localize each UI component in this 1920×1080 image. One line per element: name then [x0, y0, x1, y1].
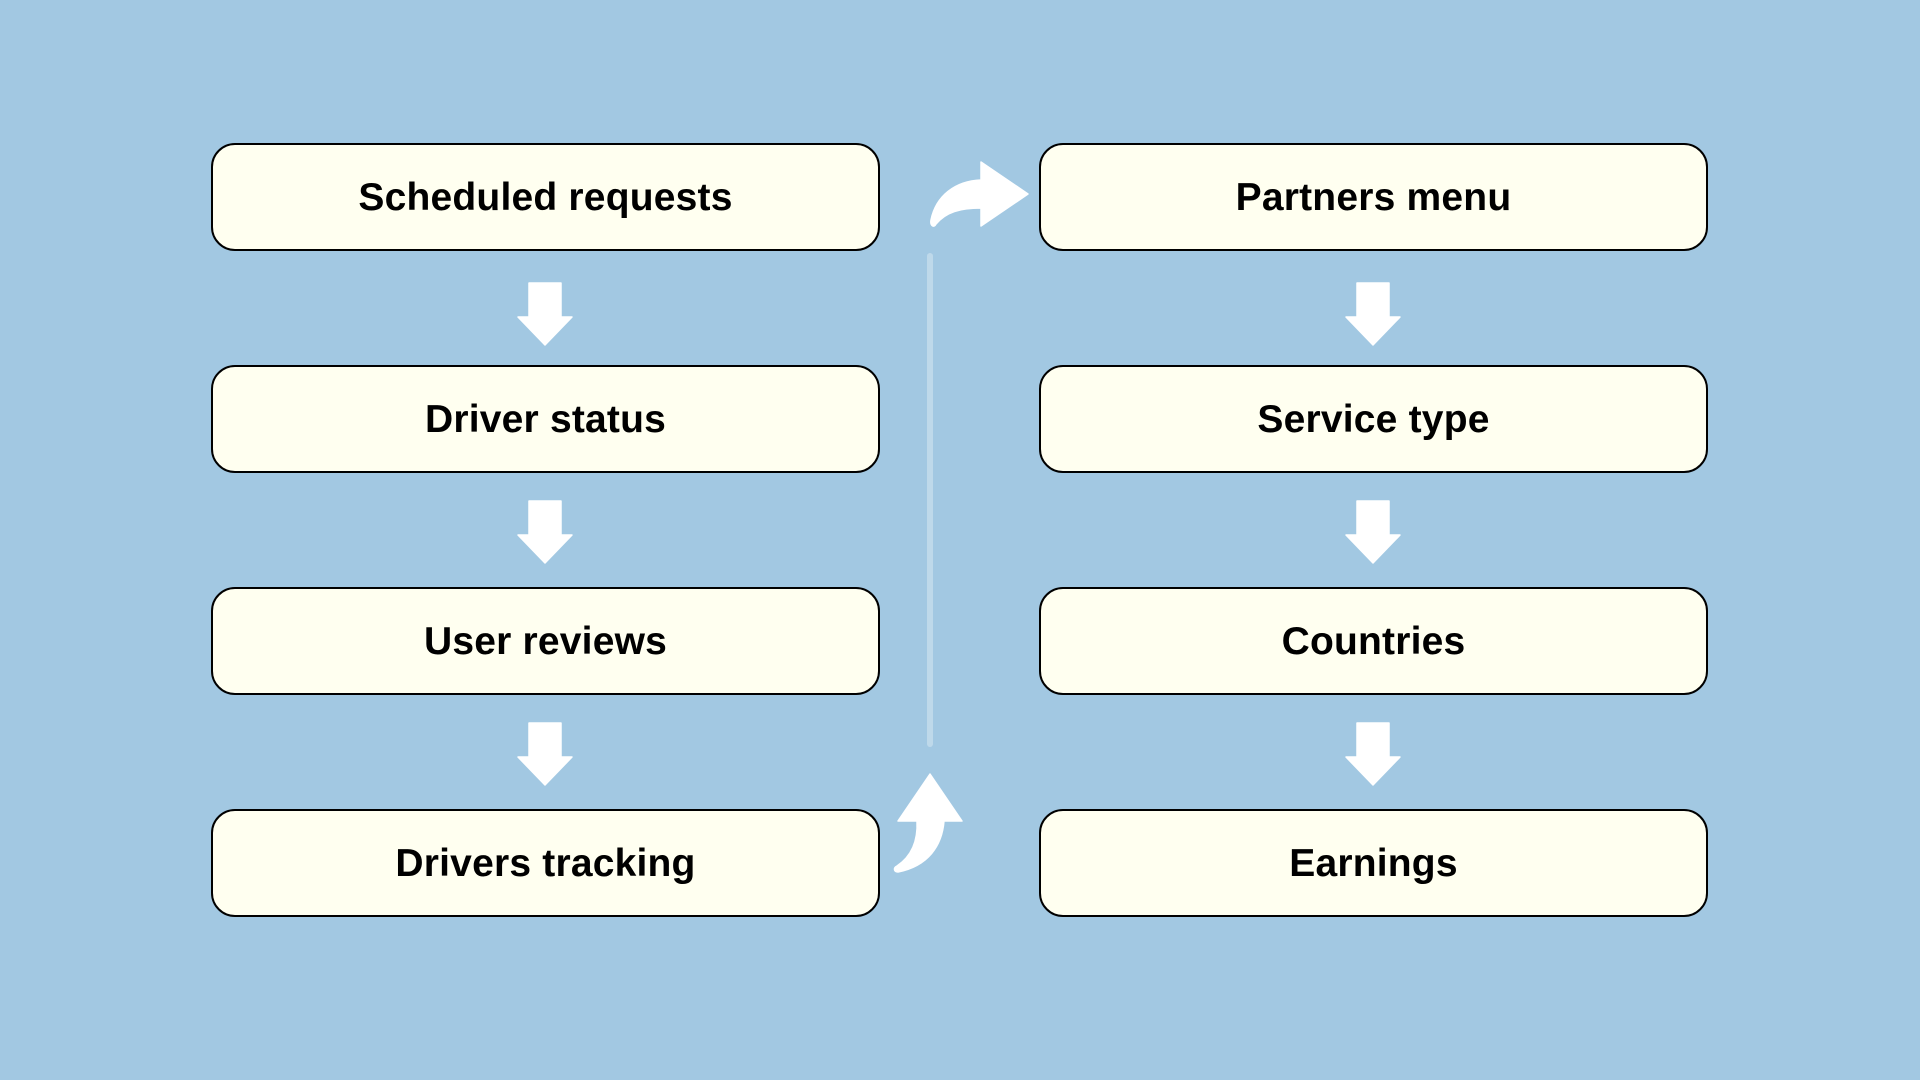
curved-arrow-right-icon	[930, 161, 1029, 227]
step-label: Earnings	[1289, 842, 1458, 885]
step-box-earnings: Earnings	[1039, 809, 1708, 917]
arrow-down-icon	[1345, 282, 1401, 346]
arrow-down-icon	[1345, 500, 1401, 564]
arrow-down-icon	[517, 500, 573, 564]
step-box-driver-status: Driver status	[211, 365, 880, 473]
step-label: User reviews	[423, 620, 668, 663]
step-label: Scheduled requests	[358, 176, 733, 219]
arrow-down-icon	[517, 722, 573, 786]
step-box-countries: Countries	[1039, 587, 1708, 695]
step-box-partners-menu: Partners menu	[1039, 143, 1708, 251]
arrow-down-icon	[517, 282, 573, 346]
arrow-down-icon	[1345, 722, 1401, 786]
step-label: Drivers tracking	[395, 842, 696, 885]
step-label: Service type	[1257, 398, 1490, 441]
curved-arrow-up-icon	[893, 773, 963, 873]
step-box-drivers-tracking: Drivers tracking	[211, 809, 880, 917]
step-box-service-type: Service type	[1039, 365, 1708, 473]
step-label: Driver status	[424, 398, 667, 441]
step-box-scheduled-requests: Scheduled requests	[211, 143, 880, 251]
step-label: Countries	[1281, 620, 1466, 663]
step-label: Partners menu	[1235, 176, 1512, 219]
step-box-user-reviews: User reviews	[211, 587, 880, 695]
